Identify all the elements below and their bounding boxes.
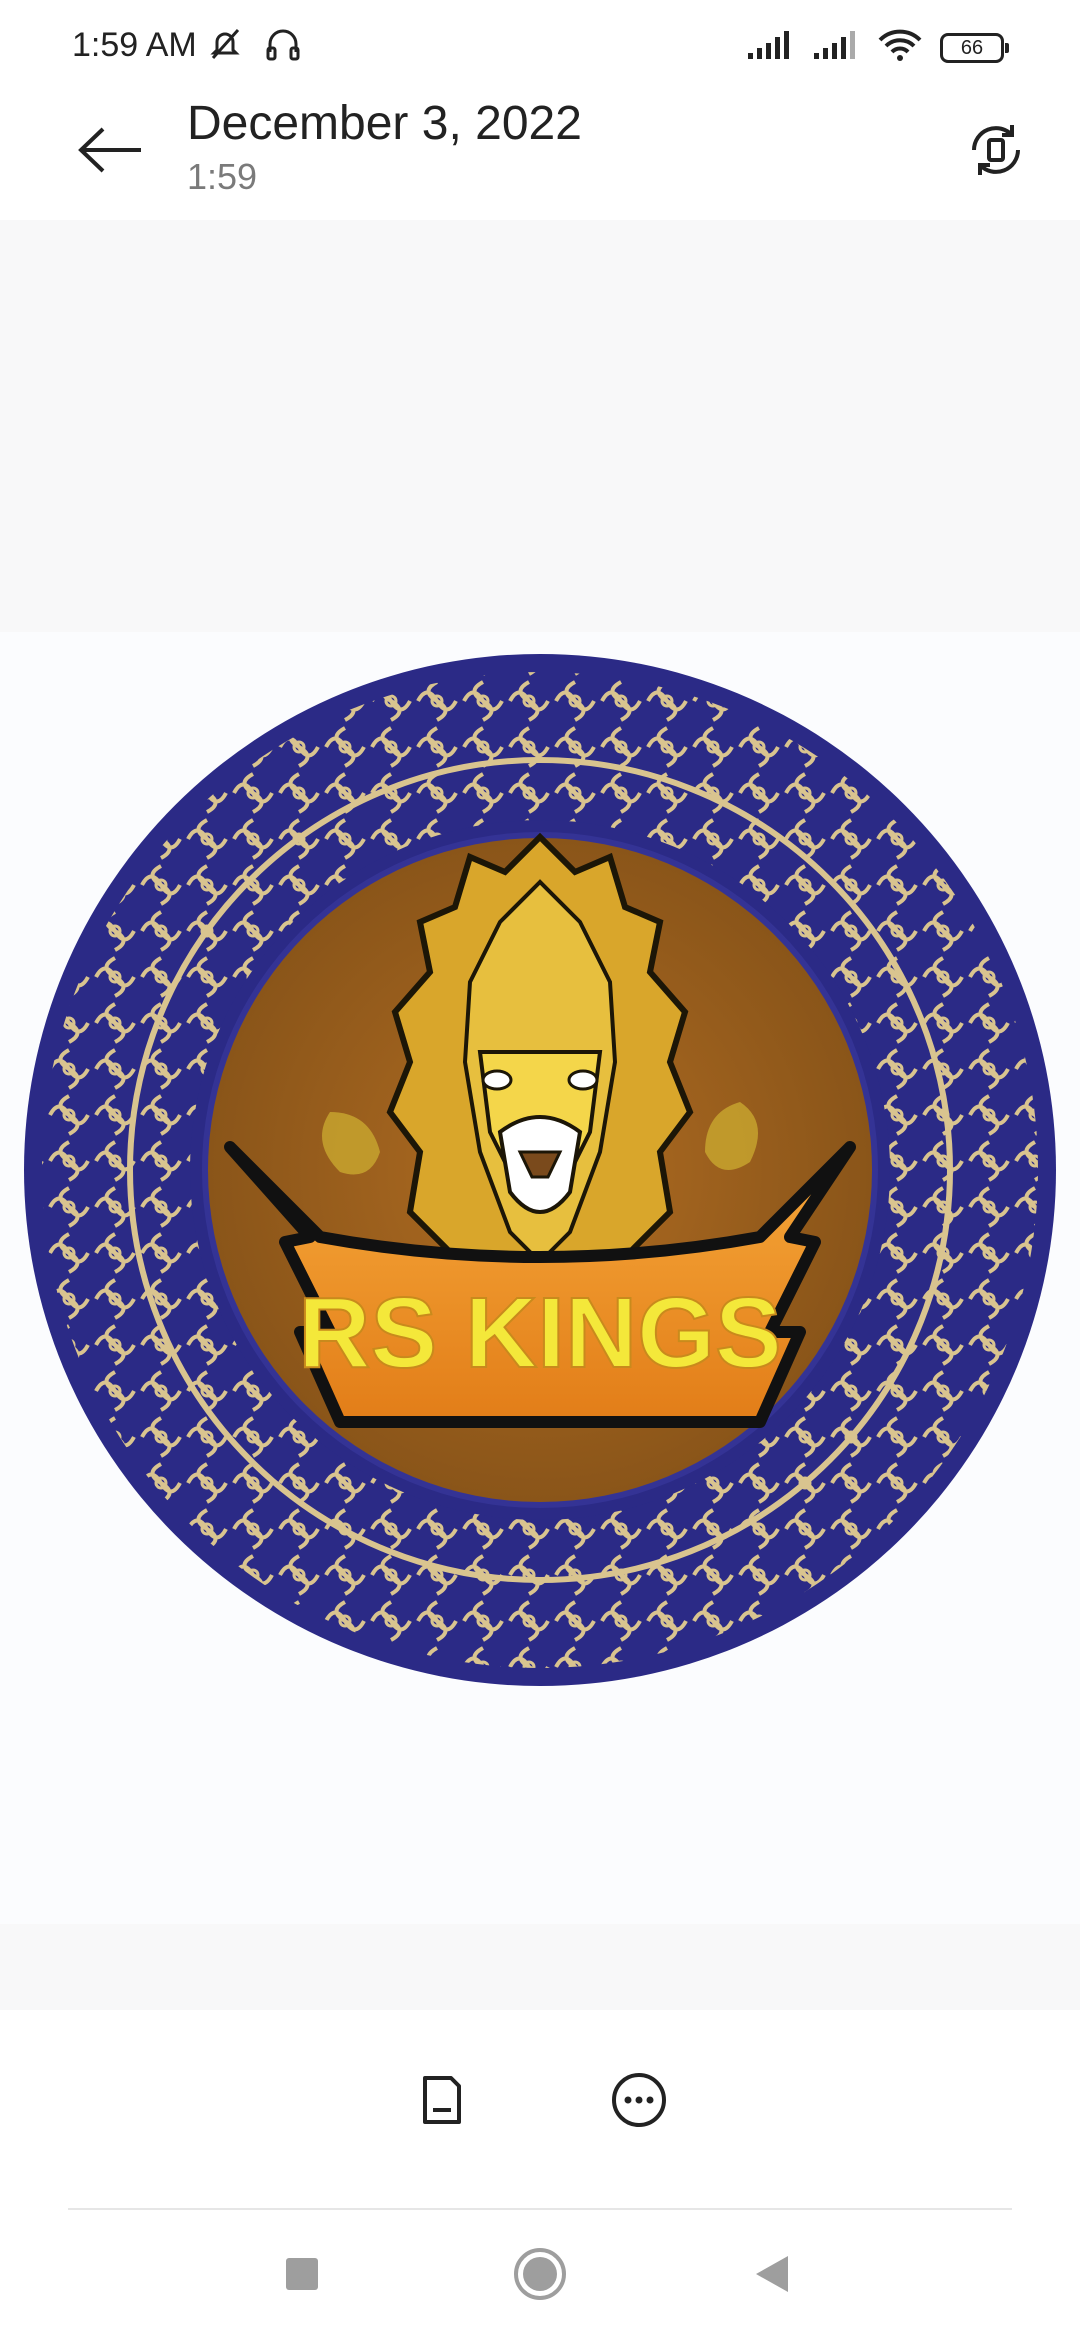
bottom-actions	[0, 2010, 1080, 2210]
headphones-icon	[263, 24, 303, 69]
back-arrow-icon	[78, 127, 141, 173]
wifi-icon	[878, 28, 922, 67]
back-icon	[756, 2256, 788, 2292]
status-bar: 1:59 AM 66	[0, 0, 1080, 96]
photo[interactable]: RS KINGS	[0, 632, 1080, 1924]
recents-icon	[286, 2258, 318, 2290]
rotate-button[interactable]	[956, 110, 1036, 190]
more-icon	[612, 2073, 666, 2127]
more-button[interactable]	[599, 2060, 679, 2140]
document-button[interactable]	[401, 2060, 481, 2140]
back-button[interactable]	[70, 110, 150, 190]
nav-back-button[interactable]	[740, 2242, 804, 2306]
app-bar: December 3, 2022 1:59	[0, 96, 1080, 220]
recents-button[interactable]	[270, 2242, 334, 2306]
nav-bar	[0, 2210, 1080, 2340]
mute-icon	[205, 24, 245, 69]
logo-text: RS KINGS	[298, 1277, 781, 1389]
signal-icon	[812, 29, 860, 66]
rotate-icon	[972, 125, 1020, 175]
status-time: 1:59 AM	[72, 26, 197, 64]
page-title: December 3, 2022	[187, 97, 582, 150]
document-icon	[423, 2076, 461, 2124]
home-icon	[514, 2248, 566, 2300]
page-subtitle: 1:59	[187, 156, 258, 197]
signal-icon	[746, 29, 794, 66]
home-button[interactable]	[508, 2242, 572, 2306]
rs-kings-logo: RS KINGS	[24, 654, 1056, 1686]
battery-icon: 66	[940, 32, 1009, 63]
image-viewer[interactable]: RS KINGS	[0, 220, 1080, 2010]
